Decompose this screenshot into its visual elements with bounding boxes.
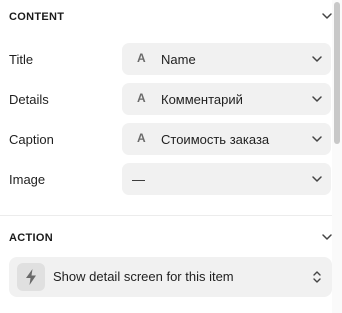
details-select[interactable]: A Комментарий [122, 83, 331, 115]
title-select-value: Name [161, 51, 196, 67]
details-label: Details [9, 91, 49, 107]
content-section-title: CONTENT [9, 11, 65, 23]
action-label: Show detail screen for this item [53, 269, 234, 284]
action-icon-container [17, 263, 45, 291]
scrollbar[interactable] [332, 0, 342, 313]
up-down-chevron-icon [313, 271, 321, 283]
scrollbar-thumb[interactable] [334, 2, 340, 144]
chevron-down-icon [312, 56, 322, 62]
image-select-value: — [132, 171, 145, 187]
title-select[interactable]: A Name [122, 43, 331, 75]
title-label: Title [9, 51, 34, 67]
section-divider [0, 215, 342, 216]
lightning-bolt-icon [26, 269, 36, 285]
text-type-icon: A [137, 51, 146, 65]
action-section-header[interactable]: ACTION [9, 230, 342, 246]
caption-select[interactable]: A Стоимость заказа [122, 123, 331, 155]
action-section-title: ACTION [9, 232, 53, 244]
caption-label: Caption [9, 131, 54, 147]
chevron-down-icon [312, 96, 322, 102]
properties-panel: CONTENT Title A Name Details A Комментар… [0, 0, 342, 313]
image-label: Image [9, 171, 46, 187]
image-select[interactable]: — [122, 163, 331, 195]
chevron-down-icon [312, 176, 322, 182]
action-select[interactable]: Show detail screen for this item [9, 257, 332, 297]
chevron-down-icon [312, 136, 322, 142]
content-section-header[interactable]: CONTENT [9, 9, 342, 25]
text-type-icon: A [137, 131, 146, 145]
details-select-value: Комментарий [161, 91, 243, 107]
text-type-icon: A [137, 91, 146, 105]
caption-select-value: Стоимость заказа [161, 131, 270, 147]
